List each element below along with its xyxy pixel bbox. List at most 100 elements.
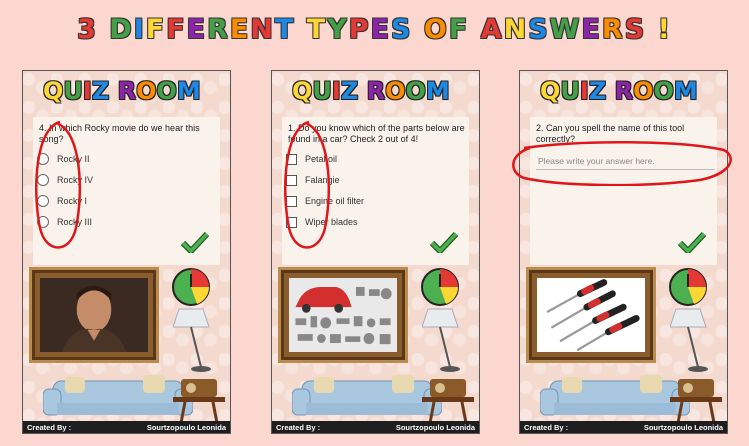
logo-letter: U bbox=[312, 77, 332, 105]
logo-letter bbox=[109, 77, 117, 105]
submit-check-icon[interactable] bbox=[678, 231, 706, 253]
lamp-icon bbox=[422, 308, 460, 372]
checkbox-option-4[interactable]: Wiper blades bbox=[286, 214, 358, 230]
radio-button[interactable] bbox=[37, 195, 49, 207]
headline-letter: D bbox=[109, 14, 134, 45]
headline-letter bbox=[646, 14, 657, 45]
timer-clock-icon bbox=[669, 268, 707, 306]
headline-letter: T bbox=[274, 14, 296, 45]
lamp-icon bbox=[670, 308, 708, 372]
option-label: Rocky I bbox=[57, 196, 88, 206]
logo-letter bbox=[358, 77, 366, 105]
logo-letter: O bbox=[653, 77, 674, 105]
headline-letter bbox=[412, 14, 423, 45]
checkbox-option-2[interactable]: Falangie bbox=[286, 172, 340, 188]
logo-letter: O bbox=[136, 77, 157, 105]
logo-letter: M bbox=[673, 77, 698, 105]
logo-letter: R bbox=[117, 77, 137, 105]
logo-letter: Q bbox=[540, 77, 561, 105]
footer-created-by: Created By : bbox=[276, 422, 321, 432]
option-label: Petal oil bbox=[305, 154, 338, 164]
radio-button[interactable] bbox=[37, 153, 49, 165]
headline-letter: F bbox=[448, 14, 470, 45]
sofa-icon bbox=[292, 375, 442, 416]
headline-letter: F bbox=[166, 14, 187, 45]
submit-check-icon[interactable] bbox=[430, 231, 458, 253]
logo-letter: O bbox=[633, 77, 654, 105]
headline-letter: N bbox=[250, 14, 275, 45]
answer-text-input[interactable] bbox=[536, 153, 715, 170]
logo-letter: O bbox=[156, 77, 177, 105]
footer-bar: Created By : Sourtzopoulo Leonida bbox=[23, 421, 230, 433]
headline-letter: S bbox=[391, 14, 413, 45]
headline-letter: S bbox=[528, 14, 550, 45]
headline-letter: S bbox=[624, 14, 647, 45]
footer-author: Sourtzopoulo Leonida bbox=[395, 422, 475, 432]
headline-letter: R bbox=[207, 14, 230, 45]
radio-option-2[interactable]: Rocky IV bbox=[37, 172, 93, 188]
logo-letter: I bbox=[331, 77, 341, 105]
footer-author: Sourtzopoulo Leonida bbox=[643, 422, 723, 432]
headline-letter: T bbox=[306, 14, 328, 45]
headline-letter bbox=[469, 14, 480, 45]
logo-letter: Q bbox=[43, 77, 64, 105]
quiz-room-logo: QUIZ ROOM bbox=[43, 77, 213, 111]
checkbox[interactable] bbox=[286, 216, 297, 228]
checkbox[interactable] bbox=[286, 174, 297, 186]
footer-author: Sourtzopoulo Leonida bbox=[146, 422, 226, 432]
sofa-icon bbox=[540, 375, 690, 416]
headline-letter: F bbox=[145, 14, 167, 45]
headline-letter: 3 bbox=[77, 14, 98, 45]
checkbox[interactable] bbox=[286, 153, 297, 165]
radio-option-4[interactable]: Rocky III bbox=[37, 214, 92, 230]
option-label: Engine oil filter bbox=[305, 196, 365, 206]
phone-screen-checkbox: QUIZ ROOM 1. Do you know which of the pa… bbox=[271, 70, 480, 434]
headline-letter: N bbox=[503, 14, 529, 45]
option-label: Wiper blades bbox=[305, 217, 358, 227]
radio-button[interactable] bbox=[37, 216, 49, 228]
radio-option-1[interactable]: Rocky II bbox=[37, 151, 90, 167]
headline-letter bbox=[98, 14, 109, 45]
car-parts-icon bbox=[289, 278, 397, 352]
headline-letter: Y bbox=[327, 14, 349, 45]
timer-clock-icon bbox=[172, 268, 210, 306]
headline-letter bbox=[295, 14, 306, 45]
checkbox-option-1[interactable]: Petal oil bbox=[286, 151, 337, 167]
logo-letter: O bbox=[405, 77, 426, 105]
logo-letter: Z bbox=[340, 77, 359, 105]
headline-letter: P bbox=[348, 14, 371, 45]
logo-letter: U bbox=[63, 77, 83, 105]
question-text: 4. In which Rocky movie do we hear this … bbox=[39, 123, 200, 144]
logo-letter: R bbox=[614, 77, 634, 105]
question-text: 1. Do you know which of the parts below … bbox=[288, 123, 465, 144]
timer-clock-icon bbox=[421, 268, 459, 306]
question-image bbox=[278, 267, 408, 363]
logo-letter: U bbox=[560, 77, 580, 105]
radio-option-3[interactable]: Rocky I bbox=[37, 193, 87, 209]
checkbox-option-3[interactable]: Engine oil filter bbox=[286, 193, 364, 209]
radio-table-icon bbox=[422, 379, 474, 423]
footer-bar: Created By : Sourtzopoulo Leonida bbox=[272, 421, 479, 433]
headline-letter: O bbox=[423, 14, 449, 45]
option-label: Falangie bbox=[305, 175, 340, 185]
radio-table-icon bbox=[173, 379, 225, 423]
option-label: Rocky II bbox=[57, 154, 90, 164]
footer-created-by: Created By : bbox=[27, 422, 72, 432]
headline-letter: I bbox=[133, 14, 146, 45]
rocky-portrait-icon bbox=[40, 278, 148, 352]
headline-letter: W bbox=[549, 14, 582, 45]
checkbox[interactable] bbox=[286, 195, 297, 207]
option-label: Rocky III bbox=[57, 217, 93, 227]
lamp-icon bbox=[173, 308, 211, 372]
headline-letter: E bbox=[581, 14, 602, 45]
submit-check-icon[interactable] bbox=[181, 231, 209, 253]
logo-letter: M bbox=[425, 77, 450, 105]
footer-created-by: Created By : bbox=[524, 422, 569, 432]
logo-letter: R bbox=[366, 77, 386, 105]
sofa-icon bbox=[43, 375, 193, 416]
screwdrivers-icon bbox=[537, 278, 645, 352]
footer-bar: Created By : Sourtzopoulo Leonida bbox=[520, 421, 727, 433]
radio-button[interactable] bbox=[37, 174, 49, 186]
headline: 3 DIFFERENT TYPES OF ANSWERS ! bbox=[0, 14, 749, 45]
logo-letter: M bbox=[176, 77, 201, 105]
